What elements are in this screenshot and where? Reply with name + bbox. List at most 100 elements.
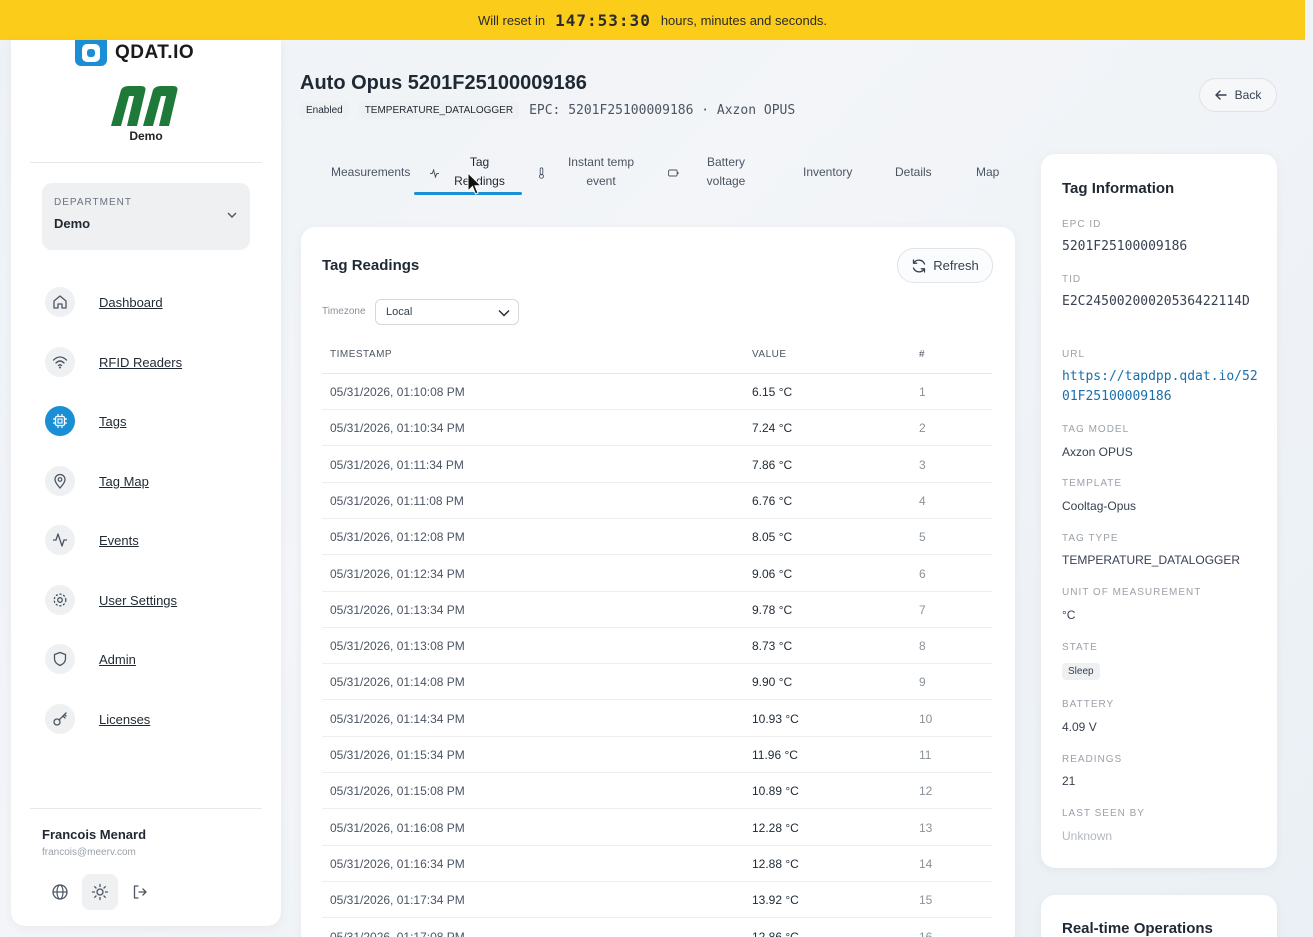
sidebar-item-user-settings[interactable]: User Settings xyxy=(45,585,177,615)
chevron-down-icon xyxy=(498,310,510,317)
chevron-down-icon xyxy=(227,212,237,218)
sidebar-item-tags[interactable]: Tags xyxy=(45,406,126,436)
battery-value: 4.09 V xyxy=(1062,720,1097,734)
cell-timestamp: 05/31/2026, 01:12:34 PM xyxy=(330,566,465,581)
column-header-index[interactable]: # xyxy=(919,349,925,360)
timezone-select[interactable]: Local xyxy=(375,299,519,325)
tag-model-value: Axzon OPUS xyxy=(1062,445,1133,459)
unit-value: °C xyxy=(1062,608,1076,622)
back-button[interactable]: Back xyxy=(1199,78,1277,112)
cell-timestamp: 05/31/2026, 01:12:08 PM xyxy=(330,530,465,545)
table-row: 05/31/2026, 01:10:34 PM 7.24 °C 2 xyxy=(322,410,992,447)
table-header: TIMESTAMP VALUE # xyxy=(322,344,992,374)
qdat-logo-icon xyxy=(75,40,107,66)
page-title: Auto Opus 5201F25100009186 xyxy=(300,72,587,94)
cell-timestamp: 05/31/2026, 01:10:08 PM xyxy=(330,385,465,399)
tag-type-value: TEMPERATURE_DATALOGGER xyxy=(1062,553,1241,567)
tag-meta: Enabled TEMPERATURE_DATALOGGER EPC: 5201… xyxy=(300,102,795,119)
cell-timestamp: 05/31/2026, 01:17:34 PM xyxy=(330,893,465,908)
cell-timestamp: 05/31/2026, 01:11:08 PM xyxy=(330,493,464,508)
cell-index: 14 xyxy=(919,856,933,871)
sidebar-item-label: User Settings xyxy=(99,592,178,608)
tid-value: E2C24500200020536422114D xyxy=(1062,294,1250,309)
cell-timestamp: 05/31/2026, 01:17:08 PM xyxy=(330,929,465,937)
template-value: Cooltag-Opus xyxy=(1062,499,1137,513)
sidebar: QDAT.IO Demo DEPARTMENT Demo Dashboard R… xyxy=(11,40,281,926)
department-value: Demo xyxy=(54,216,91,231)
logout-button[interactable] xyxy=(122,874,158,910)
battery-label: BATTERY xyxy=(1062,699,1115,710)
column-header-timestamp[interactable]: TIMESTAMP xyxy=(330,349,392,360)
url-link[interactable]: https://tapdpp.qdat.io/5201F25100009186 xyxy=(1062,367,1262,407)
sidebar-item-label: Tags xyxy=(99,413,127,429)
state-label: STATE xyxy=(1062,642,1098,653)
tab-measurements[interactable]: Measurements xyxy=(331,163,410,182)
table-row: 05/31/2026, 01:16:34 PM 12.88 °C 14 xyxy=(322,846,992,882)
refresh-label: Refresh xyxy=(933,258,979,273)
refresh-button[interactable]: Refresh xyxy=(897,248,993,283)
tab-label: voltage xyxy=(706,174,746,188)
template-label: TEMPLATE xyxy=(1062,478,1123,489)
tab-inventory[interactable]: Inventory xyxy=(803,163,852,182)
theme-toggle-button[interactable] xyxy=(82,874,118,910)
cell-value: 12.88 °C xyxy=(752,856,799,871)
sidebar-item-label: Licenses xyxy=(99,711,151,727)
cell-index: 8 xyxy=(919,639,926,654)
timezone-value: Local xyxy=(386,306,413,318)
type-badge: TEMPERATURE_DATALOGGER xyxy=(358,102,520,119)
tab-map[interactable]: Map xyxy=(976,163,999,182)
tab-battery-voltage[interactable]: Battery voltage xyxy=(694,153,758,191)
cell-value: 11.96 °C xyxy=(752,748,798,762)
brand[interactable]: QDAT.IO xyxy=(75,40,194,66)
cell-value: 7.86 °C xyxy=(752,457,793,472)
key-icon xyxy=(45,704,75,734)
cell-value: 7.24 °C xyxy=(752,421,793,436)
readings-count-label: READINGS xyxy=(1062,754,1123,765)
tab-label: event xyxy=(586,174,616,188)
globe-icon xyxy=(52,884,68,900)
cell-value: 10.93 °C xyxy=(752,711,799,726)
cell-index: 2 xyxy=(919,421,926,436)
cell-index: 7 xyxy=(919,602,926,617)
sidebar-item-label: Dashboard xyxy=(99,294,163,310)
table-row: 05/31/2026, 01:14:34 PM 10.93 °C 10 xyxy=(322,701,992,737)
cell-index: 16 xyxy=(919,929,933,937)
realtime-operations-card: Real-time Operations xyxy=(1041,895,1277,937)
cell-timestamp: 05/31/2026, 01:16:34 PM xyxy=(330,856,465,871)
cell-timestamp: 05/31/2026, 01:10:34 PM xyxy=(330,421,465,436)
table-row: 05/31/2026, 01:13:08 PM 8.73 °C 8 xyxy=(322,628,992,665)
sidebar-item-events[interactable]: Events xyxy=(45,525,139,555)
tab-instant-temp-event[interactable]: Instant temp event xyxy=(560,153,642,191)
state-badge: Sleep xyxy=(1062,663,1100,680)
sidebar-item-label: Tag Map xyxy=(99,473,149,489)
cell-value: 13.92 °C xyxy=(752,893,799,908)
panel-title: Tag Information xyxy=(1062,180,1175,197)
shield-icon xyxy=(45,644,75,674)
table-row: 05/31/2026, 01:10:08 PM 6.15 °C 1 xyxy=(322,374,992,410)
table-row: 05/31/2026, 01:17:08 PM 12.86 °C 16 xyxy=(322,919,992,937)
tab-details[interactable]: Details xyxy=(895,163,932,182)
chip-icon xyxy=(45,406,75,436)
sidebar-item-tag-map[interactable]: Tag Map xyxy=(45,466,149,496)
cell-value: 12.86 °C xyxy=(752,929,799,937)
card-title: Tag Readings xyxy=(322,257,420,274)
epc-id-label: EPC ID xyxy=(1062,219,1102,230)
department-selector[interactable]: DEPARTMENT Demo xyxy=(42,183,250,250)
epc-id-value: 5201F25100009186 xyxy=(1062,239,1188,254)
cell-value: 9.90 °C xyxy=(752,675,793,690)
sidebar-item-licenses[interactable]: Licenses xyxy=(45,704,150,734)
column-header-value[interactable]: VALUE xyxy=(752,349,787,360)
battery-icon xyxy=(668,169,679,177)
sidebar-item-dashboard[interactable]: Dashboard xyxy=(45,287,163,317)
readings-count-value: 21 xyxy=(1062,774,1076,788)
logout-icon xyxy=(133,885,147,899)
table-row: 05/31/2026, 01:11:34 PM 7.86 °C 3 xyxy=(322,447,992,483)
table-row: 05/31/2026, 01:15:08 PM 10.89 °C 12 xyxy=(322,773,992,810)
tab-label: Instant temp xyxy=(567,155,635,169)
sidebar-item-label: Admin xyxy=(99,651,136,667)
language-button[interactable] xyxy=(42,874,78,910)
sidebar-item-admin[interactable]: Admin xyxy=(45,644,136,674)
sidebar-footer-actions xyxy=(42,874,158,910)
sidebar-item-rfid-readers[interactable]: RFID Readers xyxy=(45,347,182,377)
table-row: 05/31/2026, 01:17:34 PM 13.92 °C 15 xyxy=(322,882,992,919)
